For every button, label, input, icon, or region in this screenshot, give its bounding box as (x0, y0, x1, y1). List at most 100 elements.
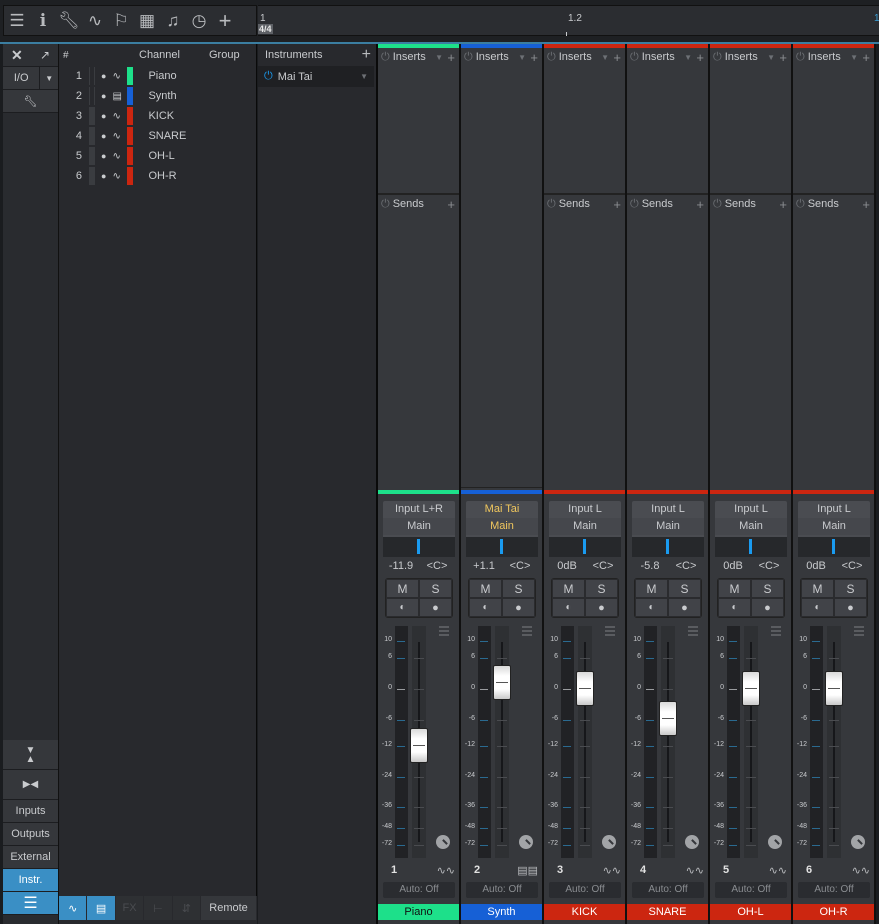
add-insert-icon[interactable]: + (862, 50, 870, 65)
strip-menu-icon[interactable] (522, 626, 532, 638)
channel-list-row[interactable]: 4 ● ∿ SNARE (59, 126, 256, 146)
mute-button[interactable]: M (718, 579, 751, 598)
input-selector[interactable]: Input L+R (383, 501, 455, 518)
record-arm-icon[interactable]: ● (585, 598, 618, 617)
chevron-down-icon[interactable]: ▼ (850, 53, 858, 62)
strip-menu-icon[interactable] (439, 626, 449, 638)
tab-outputs[interactable]: Outputs (3, 823, 58, 846)
output-selector[interactable]: Main (798, 518, 870, 535)
collapse-horizontal-icon[interactable]: ▶◀ (3, 770, 58, 800)
tab-external[interactable]: External (3, 846, 58, 869)
record-arm-icon[interactable]: ● (751, 598, 784, 617)
output-selector[interactable]: Main (632, 518, 704, 535)
tab-inputs[interactable]: Inputs (3, 800, 58, 823)
grid-icon[interactable]: ▦ (134, 8, 160, 34)
automation-mode[interactable]: Auto: Off (715, 882, 787, 898)
solo-button[interactable]: S (834, 579, 867, 598)
pan-slider[interactable] (798, 537, 870, 557)
power-icon[interactable]: ⏻ (796, 198, 805, 211)
solo-button[interactable]: S (585, 579, 618, 598)
monitor-icon[interactable]: ◐ (552, 598, 585, 617)
pan-value[interactable]: <C> (502, 557, 538, 575)
channel-color-swatch[interactable] (127, 167, 134, 185)
pan-slider[interactable] (466, 537, 538, 557)
power-icon[interactable]: ⏻ (713, 198, 722, 211)
collapse-vertical-icon[interactable]: ▼ ▲ (3, 740, 58, 770)
pan-knob-icon[interactable] (768, 835, 782, 849)
record-arm-icon[interactable]: ● (834, 598, 867, 617)
automation-mode[interactable]: Auto: Off (798, 882, 870, 898)
channel-list-row[interactable]: 3 ● ∿ KICK (59, 106, 256, 126)
wrench-icon[interactable]: 🔧︎ (3, 90, 58, 113)
volume-value[interactable]: 0dB (549, 557, 585, 575)
add-instrument-icon[interactable]: + (362, 46, 371, 64)
channel-name-label[interactable]: Synth (461, 904, 542, 920)
output-selector[interactable]: Main (466, 518, 538, 535)
channel-color-swatch[interactable] (127, 87, 134, 105)
timeline-ruler[interactable]: 1 4/4 1.2 1 (258, 5, 879, 36)
channel-visibility-toggle[interactable] (89, 127, 95, 145)
mute-button[interactable]: M (469, 579, 502, 598)
record-dot-icon[interactable]: ● (101, 111, 106, 121)
chevron-down-icon[interactable]: ▼ (435, 53, 443, 62)
channel-list-row[interactable]: 6 ● ∿ OH-R (59, 166, 256, 186)
list-view-icon[interactable]: ☰ (3, 892, 58, 915)
keyboard-icon[interactable]: ▤ (87, 896, 115, 920)
pan-value[interactable]: <C> (834, 557, 870, 575)
input-selector[interactable]: Input L (549, 501, 621, 518)
volume-fader[interactable] (410, 727, 428, 763)
channel-list-row[interactable]: 5 ● ∿ OH-L (59, 146, 256, 166)
volume-fader[interactable] (493, 665, 511, 701)
channel-name[interactable]: KICK (148, 110, 174, 122)
add-insert-icon[interactable]: + (779, 50, 787, 65)
chevron-down-icon[interactable]: ▼ (684, 53, 692, 62)
channel-visibility-toggle[interactable] (89, 107, 95, 125)
pan-knob-icon[interactable] (519, 835, 533, 849)
audio-wave-icon[interactable]: ∿ (59, 896, 87, 920)
automation-mode[interactable]: Auto: Off (383, 882, 455, 898)
pan-value[interactable]: <C> (751, 557, 787, 575)
power-icon[interactable]: ⏻ (381, 51, 390, 64)
channel-name[interactable]: OH-R (148, 170, 176, 182)
pan-slider[interactable] (632, 537, 704, 557)
volume-fader[interactable] (659, 700, 677, 736)
strip-menu-icon[interactable] (688, 626, 698, 638)
channel-visibility-toggle[interactable] (89, 147, 95, 165)
instrument-item[interactable]: ⏻ Mai Tai ▼ (258, 66, 374, 87)
channel-color-swatch[interactable] (127, 127, 134, 145)
power-icon[interactable]: ⏻ (796, 51, 805, 64)
chevron-down-icon[interactable]: ▼ (360, 72, 368, 81)
mute-button[interactable]: M (386, 579, 419, 598)
channel-color-swatch[interactable] (127, 107, 134, 125)
pan-slider[interactable] (715, 537, 787, 557)
channel-name-label[interactable]: KICK (544, 904, 625, 920)
volume-value[interactable]: -5.8 (632, 557, 668, 575)
fader-track[interactable] (495, 626, 509, 858)
output-selector[interactable]: Main (715, 518, 787, 535)
info-icon[interactable]: i (30, 8, 56, 34)
add-send-icon[interactable]: + (447, 197, 455, 212)
solo-button[interactable]: S (751, 579, 784, 598)
remote-button[interactable]: Remote (201, 896, 256, 920)
fx-button[interactable]: FX (115, 896, 144, 920)
output-selector[interactable]: Main (383, 518, 455, 535)
record-dot-icon[interactable]: ● (101, 131, 106, 141)
add-insert-icon[interactable]: + (447, 50, 455, 65)
add-send-icon[interactable]: + (862, 197, 870, 212)
power-icon[interactable]: ⏻ (464, 51, 473, 64)
record-dot-icon[interactable]: ● (101, 91, 106, 101)
bus-icon[interactable]: ⊢ (144, 896, 172, 920)
add-send-icon[interactable]: + (779, 197, 787, 212)
monitor-icon[interactable]: ◐ (801, 598, 834, 617)
mute-button[interactable]: M (801, 579, 834, 598)
channel-name-label[interactable]: OH-R (793, 904, 874, 920)
input-selector[interactable]: Input L (798, 501, 870, 518)
score-icon[interactable]: ♫ (160, 8, 186, 34)
add-icon[interactable]: + (212, 8, 238, 34)
output-selector[interactable]: Main (549, 518, 621, 535)
monitor-icon[interactable]: ◐ (718, 598, 751, 617)
pan-knob-icon[interactable] (851, 835, 865, 849)
pan-slider[interactable] (383, 537, 455, 557)
channel-name-label[interactable]: SNARE (627, 904, 708, 920)
pan-value[interactable]: <C> (585, 557, 621, 575)
